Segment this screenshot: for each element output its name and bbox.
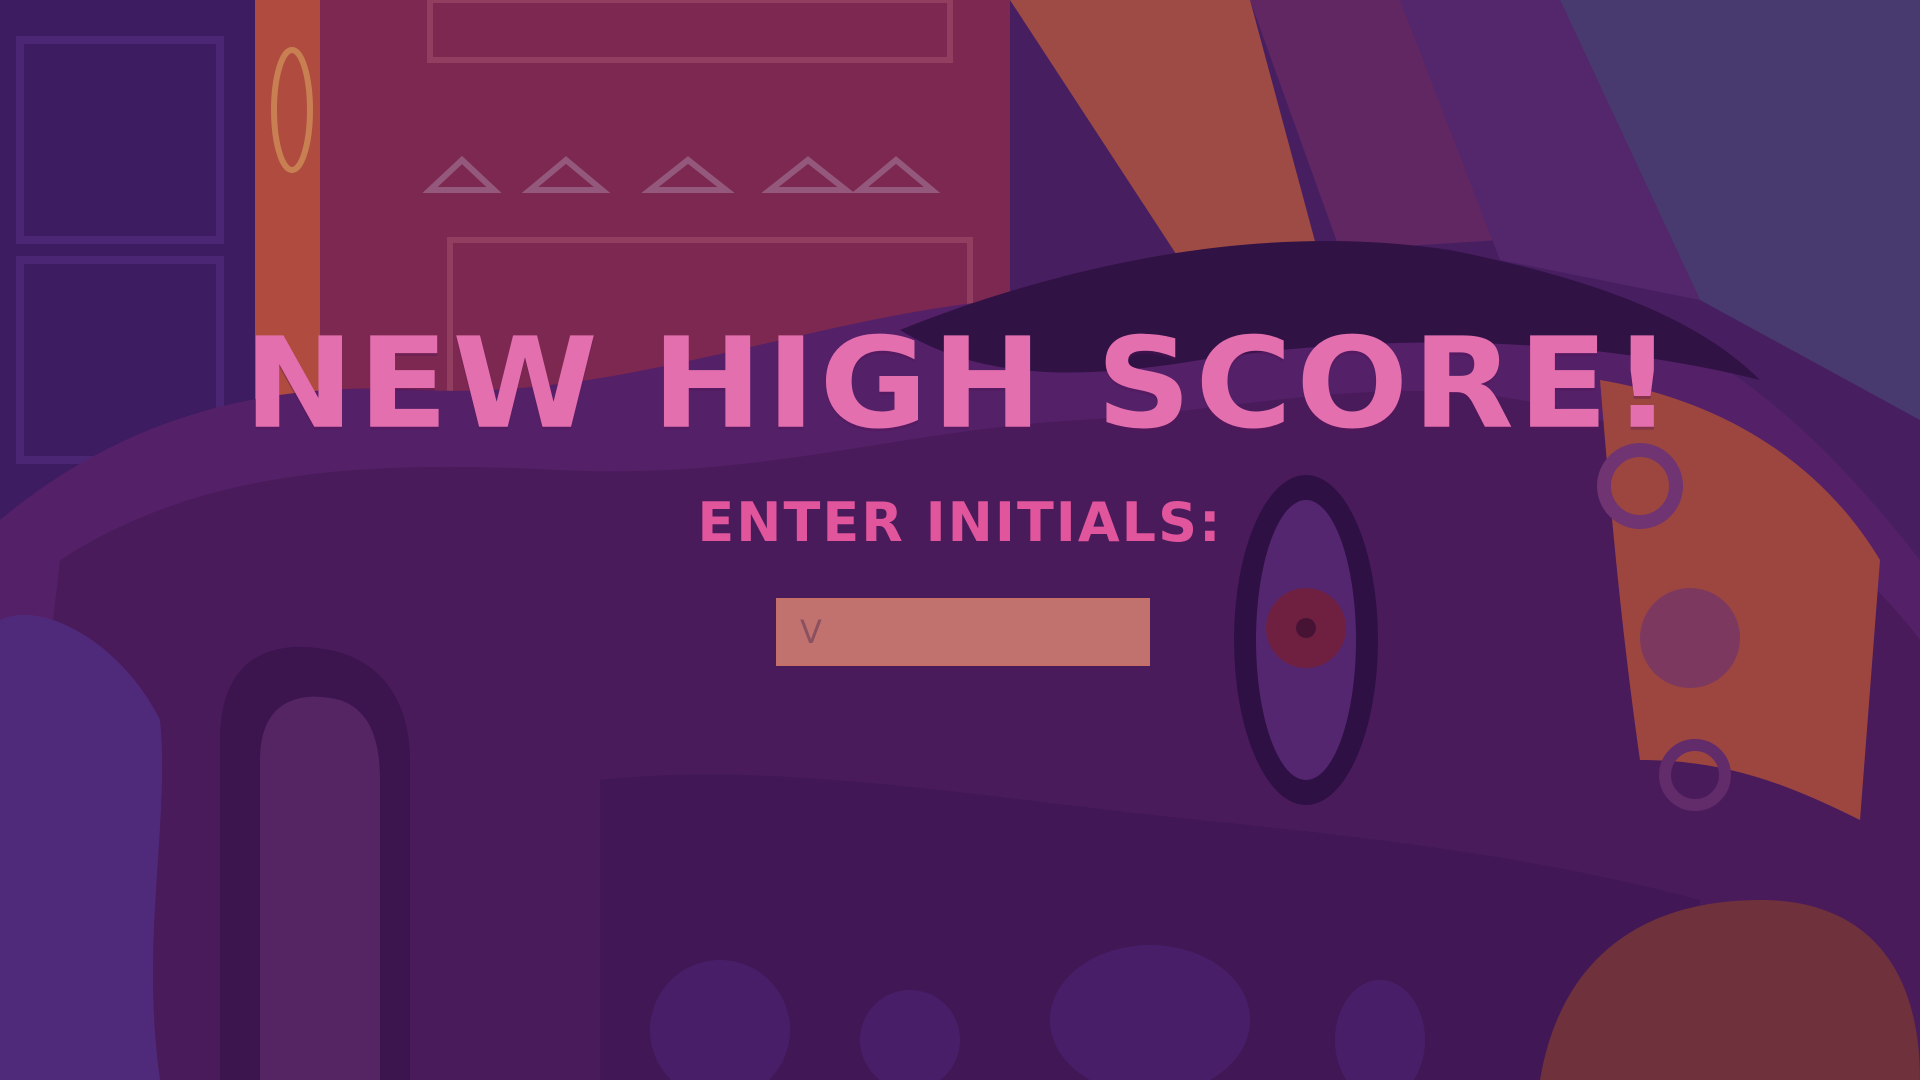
enter-initials-label: ENTER INITIALS: [697, 491, 1223, 554]
high-score-screen: NEW HIGH SCORE! ENTER INITIALS: [0, 0, 1920, 1080]
high-score-title: NEW HIGH SCORE! [243, 310, 1677, 458]
initials-input[interactable] [776, 598, 1150, 666]
